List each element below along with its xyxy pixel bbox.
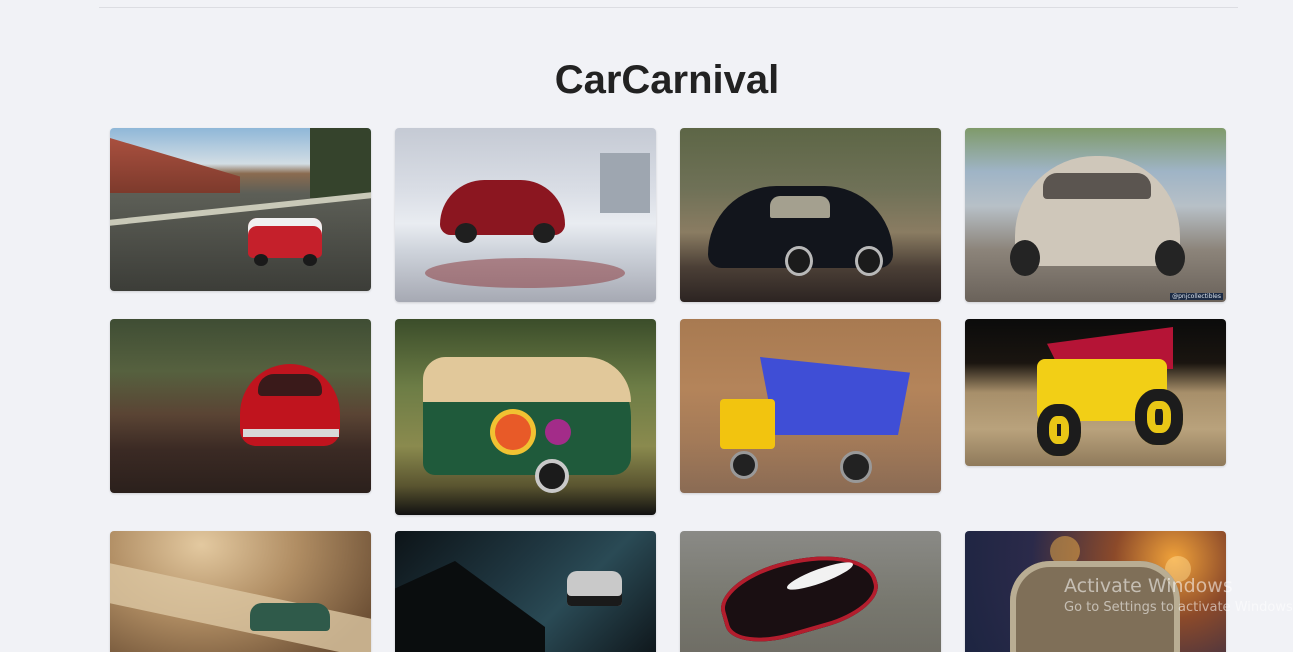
photo-credit-tag: @pnjcollectibles (1170, 293, 1223, 300)
photo-yellow-dump-truck[interactable] (965, 319, 1226, 466)
photo-gallery: @pnjcollectibles (0, 0, 1293, 652)
photo-red-beetle-forest[interactable] (110, 319, 371, 493)
photo-blue-dump-truck[interactable] (680, 319, 941, 493)
photo-red-black-sports-car[interactable] (680, 531, 941, 652)
photo-white-beetle[interactable]: @pnjcollectibles (965, 128, 1226, 302)
rally-car-shape (567, 571, 622, 606)
photo-vintage-toy-car-bokeh[interactable] (965, 531, 1226, 652)
photo-red-mini-on-road[interactable] (110, 128, 371, 291)
photo-black-beetle[interactable] (680, 128, 941, 302)
photo-red-beetle-in-snow[interactable] (395, 128, 656, 302)
red-mini-car-shape (248, 218, 322, 258)
photo-hippie-van[interactable] (395, 319, 656, 515)
photo-green-car-sepia[interactable] (110, 531, 371, 652)
vintage-car-shape (1010, 561, 1180, 652)
green-car-shape (250, 603, 330, 631)
photo-rally-car-dark[interactable] (395, 531, 656, 652)
